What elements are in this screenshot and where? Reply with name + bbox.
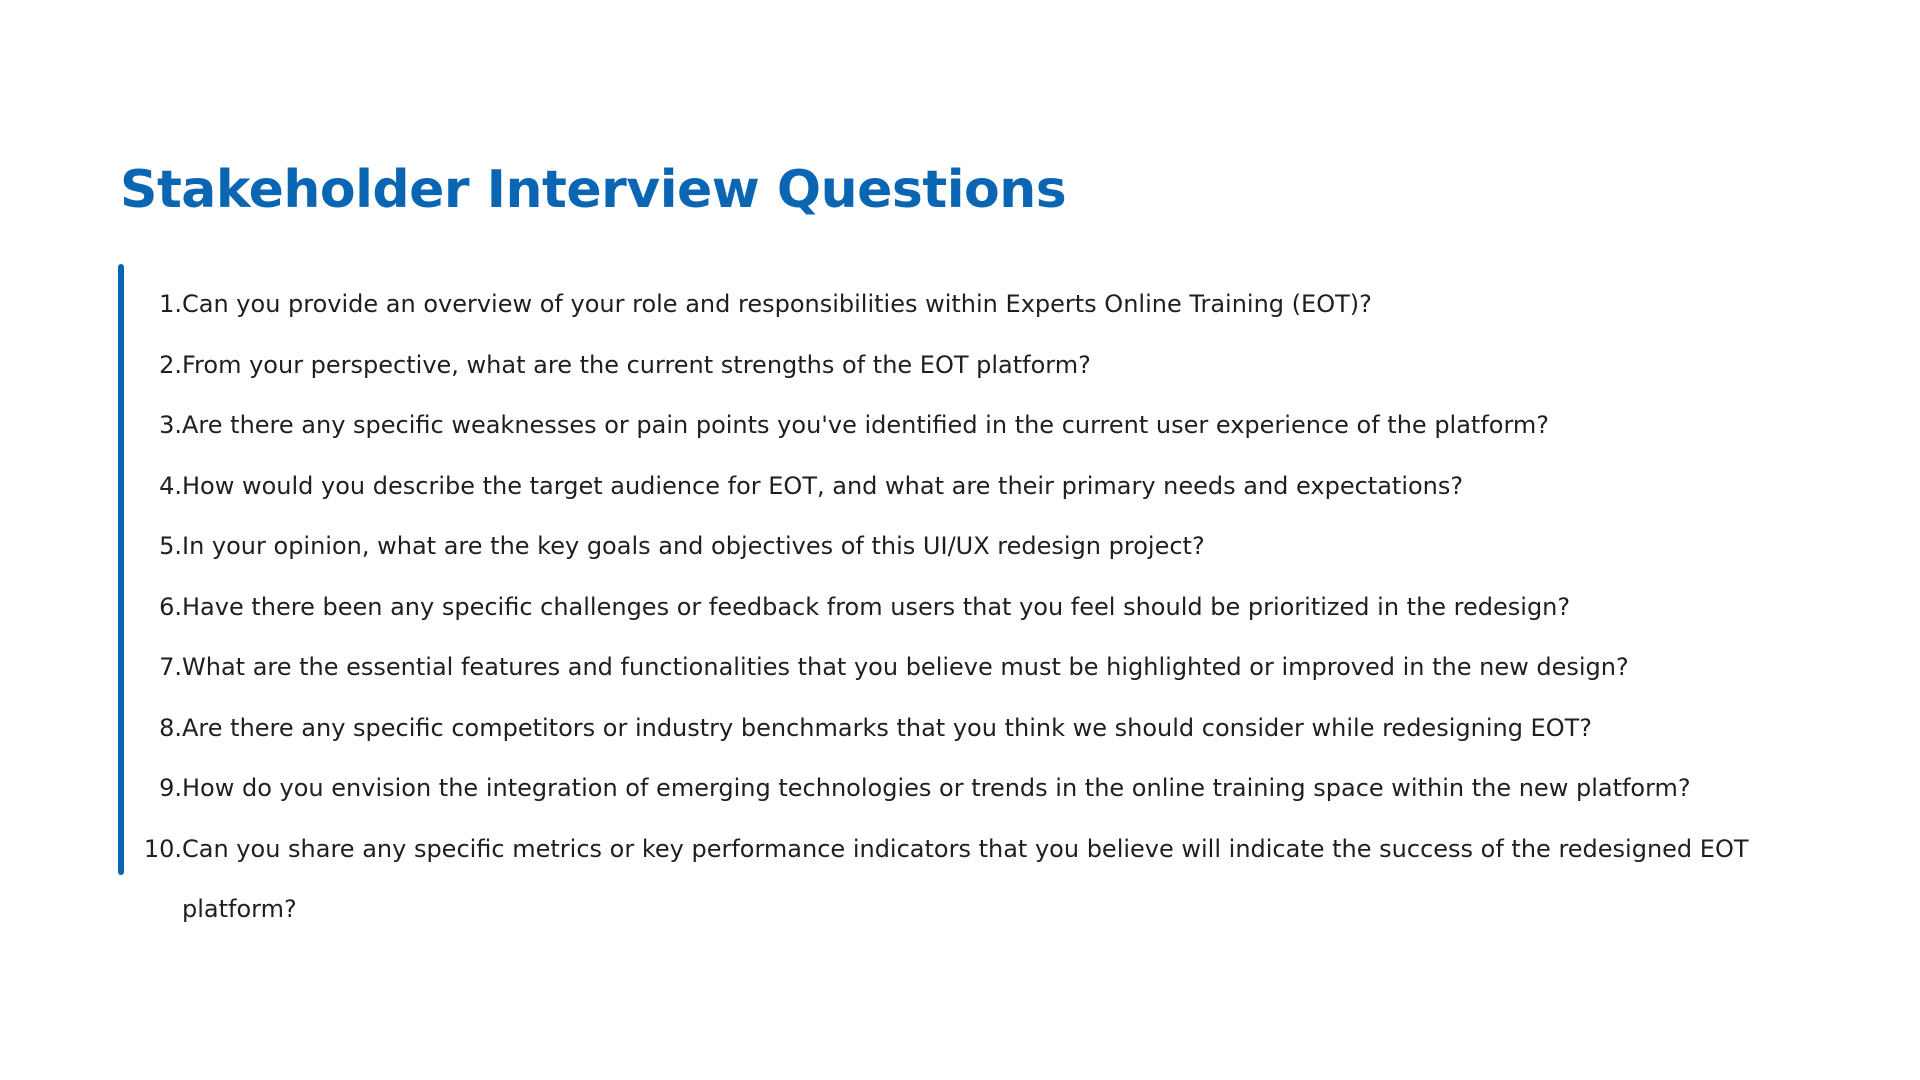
question-text-content: Can you share any specific metrics or ke… (182, 834, 1749, 924)
question-text: From your perspective, what are the curr… (182, 335, 1800, 396)
question-number: 8. (159, 713, 182, 742)
question-item: 5. In your opinion, what are the key goa… (120, 516, 1800, 577)
question-text: How do you envision the integration of e… (182, 758, 1800, 819)
question-number: 4. (159, 471, 182, 500)
question-item: 6. Have there been any specific challeng… (120, 577, 1800, 638)
question-text: Have there been any specific challenges … (182, 577, 1800, 638)
question-text-content: In your opinion, what are the key goals … (182, 532, 1205, 560)
question-item: 8. Are there any specific competitors or… (120, 698, 1800, 759)
question-item: 9. How do you envision the integration o… (120, 758, 1800, 819)
question-text: Are there any specific weaknesses or pai… (182, 395, 1800, 456)
question-item: 7. What are the essential features and f… (120, 637, 1800, 698)
question-text-content: Have there been any specific challenges … (182, 592, 1571, 621)
question-item: 1. Can you provide an overview of your r… (120, 274, 1800, 335)
question-text: How would you describe the target audien… (182, 456, 1800, 517)
question-text-content: Can you provide an overview of your role… (182, 290, 1372, 318)
question-number: 3. (159, 411, 182, 439)
question-number: 5. (159, 532, 182, 560)
question-number: 9. (159, 774, 182, 802)
question-text: What are the essential features and func… (182, 637, 1800, 698)
question-number: 10. (143, 834, 182, 863)
question-item: 3. Are there any specific weaknesses or … (120, 395, 1800, 456)
question-item: 2. From your perspective, what are the c… (120, 335, 1800, 396)
question-number: 7. (159, 653, 182, 681)
question-text-content: How would you describe the target audien… (182, 471, 1464, 500)
page-title: Stakeholder Interview Questions (120, 160, 1067, 220)
question-text-content: What are the essential features and func… (182, 653, 1629, 681)
question-text: Are there any specific competitors or in… (182, 698, 1800, 759)
question-text: Can you share any specific metrics or ke… (182, 819, 1800, 940)
question-number: 2. (159, 350, 182, 379)
question-item: 4. How would you describe the target aud… (120, 456, 1800, 517)
question-text-content: Are there any specific competitors or in… (182, 713, 1593, 742)
question-text: In your opinion, what are the key goals … (182, 516, 1800, 577)
question-number: 6. (159, 592, 182, 621)
question-number: 1. (159, 290, 182, 318)
question-item: 10. Can you share any specific metrics o… (120, 819, 1800, 940)
question-text-content: From your perspective, what are the curr… (182, 350, 1091, 379)
question-text: Can you provide an overview of your role… (182, 274, 1800, 335)
question-text-content: How do you envision the integration of e… (182, 774, 1691, 802)
question-list: 1. Can you provide an overview of your r… (120, 274, 1800, 940)
question-text-content: Are there any specific weaknesses or pai… (182, 411, 1550, 439)
